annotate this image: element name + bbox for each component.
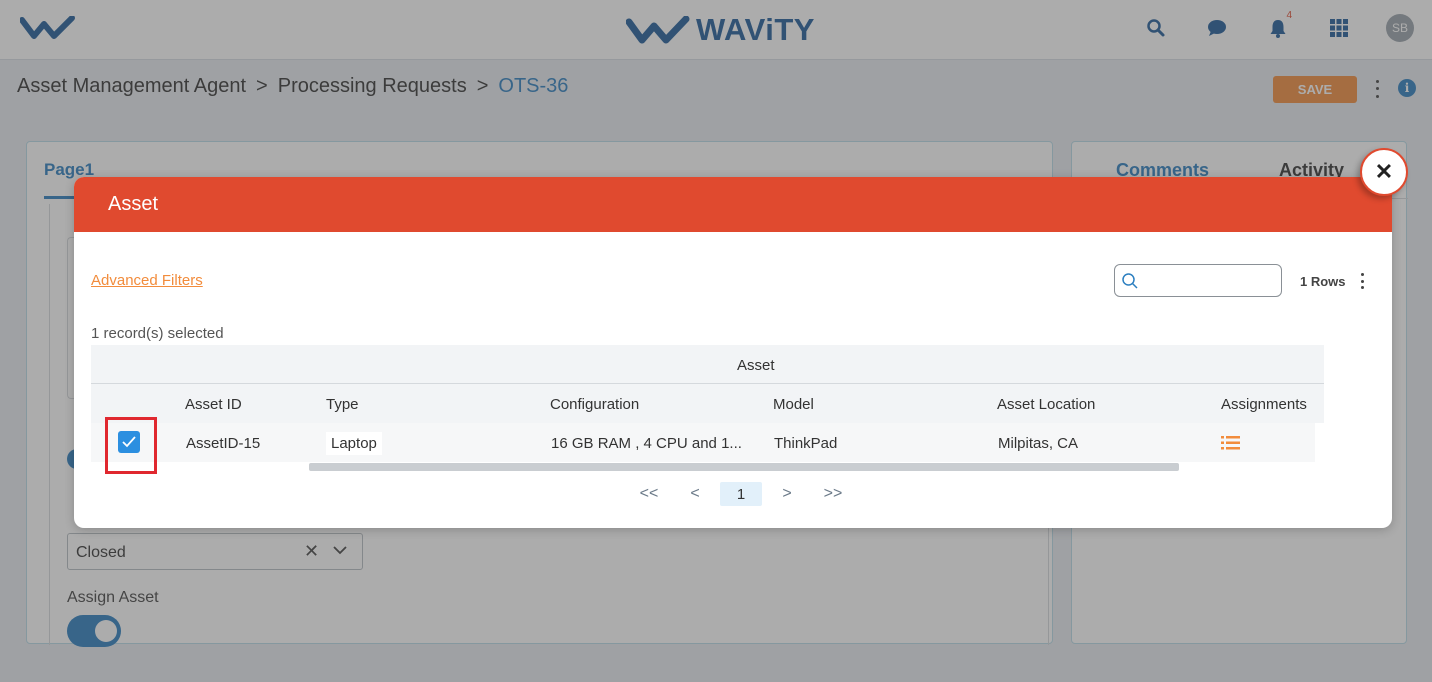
grid-column-headers: Asset ID Type Configuration Model Asset … bbox=[91, 384, 1324, 423]
advanced-filters-link[interactable]: Advanced Filters bbox=[91, 272, 203, 289]
column-header-asset-location[interactable]: Asset Location bbox=[997, 396, 1095, 413]
close-modal-button[interactable]: ✕ bbox=[1360, 148, 1408, 196]
column-header-asset-id[interactable]: Asset ID bbox=[185, 396, 242, 413]
column-header-configuration[interactable]: Configuration bbox=[550, 396, 639, 413]
group-header-title: Asset bbox=[737, 357, 775, 374]
grid-group-header: Asset bbox=[91, 345, 1324, 384]
cell-model: ThinkPad bbox=[774, 435, 838, 452]
first-page-button[interactable]: << bbox=[626, 482, 672, 506]
last-page-button[interactable]: >> bbox=[810, 482, 856, 506]
selection-status: 1 record(s) selected bbox=[91, 325, 224, 342]
modal-header: Asset bbox=[74, 177, 1392, 232]
assignments-list-icon[interactable] bbox=[1221, 435, 1241, 456]
checkbox-highlight bbox=[105, 417, 157, 474]
cell-location: Milpitas, CA bbox=[998, 435, 1079, 452]
table-row[interactable]: AssetID-15 Laptop 16 GB RAM , 4 CPU and … bbox=[91, 423, 1315, 462]
search-icon bbox=[1121, 272, 1139, 295]
column-header-model[interactable]: Model bbox=[773, 396, 814, 413]
search-field[interactable] bbox=[1114, 264, 1282, 297]
cell-type: Laptop bbox=[326, 432, 382, 455]
current-page[interactable]: 1 bbox=[720, 482, 762, 506]
modal-title: Asset bbox=[108, 193, 159, 215]
search-input[interactable] bbox=[1145, 270, 1275, 292]
next-page-button[interactable]: > bbox=[764, 482, 810, 506]
cell-asset-id: AssetID-15 bbox=[186, 435, 261, 452]
grid-options-icon[interactable] bbox=[1358, 273, 1366, 289]
column-header-assignments[interactable]: Assignments bbox=[1221, 396, 1307, 413]
prev-page-button[interactable]: < bbox=[672, 482, 718, 506]
rows-count: 1 Rows bbox=[1300, 274, 1346, 289]
pagination: << < 1 > >> bbox=[626, 482, 856, 506]
asset-modal: Asset Advanced Filters 1 Rows 1 record(s… bbox=[74, 177, 1392, 528]
cell-configuration: 16 GB RAM , 4 CPU and 1... bbox=[551, 435, 742, 452]
horizontal-scrollbar[interactable] bbox=[309, 463, 1179, 471]
column-header-type[interactable]: Type bbox=[326, 396, 359, 413]
